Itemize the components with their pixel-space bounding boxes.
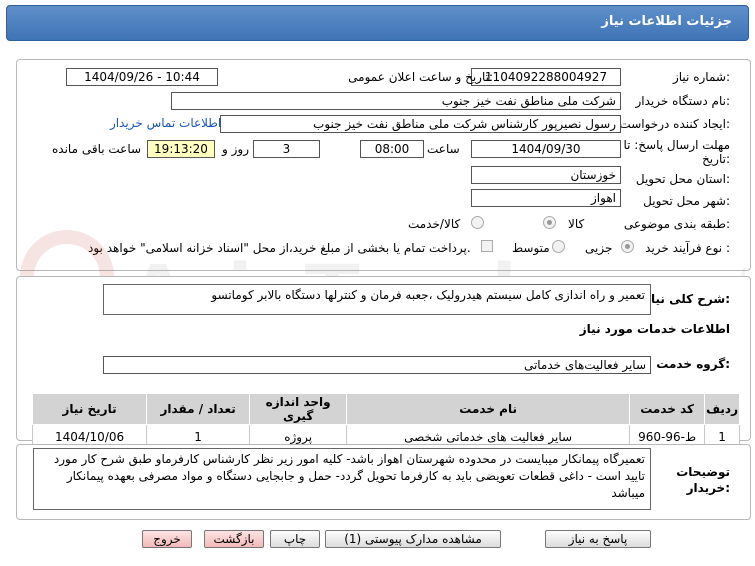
province-label: استان محل تحویل: — [635, 172, 730, 186]
category-option-goods: کالا — [568, 217, 585, 231]
buyer-notes-label-2: خریدار: — [686, 481, 730, 495]
attachments-button[interactable]: مشاهده مدارک پیوستی (1) — [325, 530, 501, 548]
summary-label: شرح کلی نیاز: — [644, 292, 730, 306]
deadline-time-field[interactable]: 08:00 — [360, 140, 424, 158]
col-header-code: کد خدمت — [629, 393, 706, 425]
buyer-notes-label: توضیحات — [676, 465, 730, 479]
payment-note: پرداخت تمام یا بخشی از مبلغ خرید،از محل … — [88, 241, 471, 255]
reply-button[interactable]: پاسخ به نیاز — [545, 530, 651, 548]
creator-field[interactable]: رسول نصیرپور کارشناس شرکت ملی مناطق نفت … — [220, 115, 621, 133]
services-table: ردیف کد خدمت نام خدمت واحد اندازه گیری ت… — [31, 393, 740, 450]
process-option-medium: متوسط — [512, 241, 550, 255]
days-label: روز و — [222, 142, 249, 156]
need-number-label: شماره نیاز: — [672, 70, 730, 84]
col-header-unit: واحد اندازه گیری — [249, 393, 348, 425]
page-header: جزئیات اطلاعات نیاز — [6, 5, 749, 41]
services-section-title: اطلاعات خدمات مورد نیاز — [579, 322, 730, 336]
table-header-row: ردیف کد خدمت نام خدمت واحد اندازه گیری ت… — [31, 393, 740, 425]
city-field[interactable]: اهواز — [471, 189, 621, 207]
buyer-notes-field[interactable]: تعمیرگاه پیمانکار میبایست در محدوده شهرس… — [33, 448, 651, 510]
announce-field[interactable]: 1404/09/26 - 10:44 — [66, 68, 218, 86]
announce-label: تاریخ و ساعت اعلان عمومی: — [348, 70, 493, 84]
back-button[interactable]: بازگشت — [204, 530, 264, 548]
deadline-date-field[interactable]: 1404/09/30 — [471, 140, 621, 158]
deadline-label: مهلت ارسال پاسخ: تا — [623, 138, 730, 152]
col-header-qty: تعداد / مقدار — [146, 393, 251, 425]
payment-checkbox[interactable] — [481, 240, 493, 252]
col-header-name: نام خدمت — [346, 393, 631, 425]
days-remaining-field[interactable]: 3 — [253, 140, 320, 158]
buyer-field[interactable]: شرکت ملی مناطق نفت خیز جنوب — [171, 92, 621, 110]
city-label: شهر محل تحویل: — [643, 194, 730, 208]
category-label: طبقه بندی موضوعی: — [623, 217, 730, 231]
process-option-minor: جزیی — [585, 241, 613, 255]
creator-label: ایجاد کننده درخواست: — [619, 117, 730, 131]
buyer-label: نام دستگاه خریدار: — [635, 94, 731, 108]
page-title: جزئیات اطلاعات نیاز — [601, 14, 732, 29]
remaining-time-field[interactable]: 19:13:20 — [147, 140, 215, 158]
service-group-label: گروه خدمت: — [656, 357, 730, 371]
exit-button[interactable]: خروج — [142, 530, 192, 548]
buyer-contact-link[interactable]: اطلاعات تماس خریدار — [110, 116, 221, 130]
print-button[interactable]: چاپ — [270, 530, 320, 548]
process-radio-minor[interactable] — [621, 240, 634, 253]
summary-field[interactable]: تعمیر و راه اندازی کامل سیستم هیدرولیک ،… — [103, 284, 651, 315]
remaining-time-label: ساعت باقی مانده — [52, 142, 142, 156]
process-radio-medium[interactable] — [552, 240, 565, 253]
col-header-date: تاریخ نیاز — [31, 393, 148, 425]
deadline-time-label: ساعت — [427, 142, 460, 156]
category-radio-goods-service[interactable] — [471, 216, 484, 229]
need-number-field[interactable]: 1104092288004927 — [471, 68, 621, 86]
service-group-field[interactable]: سایر فعالیت‌های خدماتی — [103, 356, 651, 374]
category-radio-goods[interactable] — [543, 216, 556, 229]
need-info-panel — [16, 59, 751, 271]
deadline-label-date: تاریخ: — [702, 152, 730, 166]
process-label: نوع فرآیند خرید : — [645, 241, 730, 255]
col-header-row: ردیف — [704, 393, 740, 425]
province-field[interactable]: خوزستان — [471, 166, 621, 184]
category-option-goods-service: کالا/خدمت — [408, 217, 461, 231]
